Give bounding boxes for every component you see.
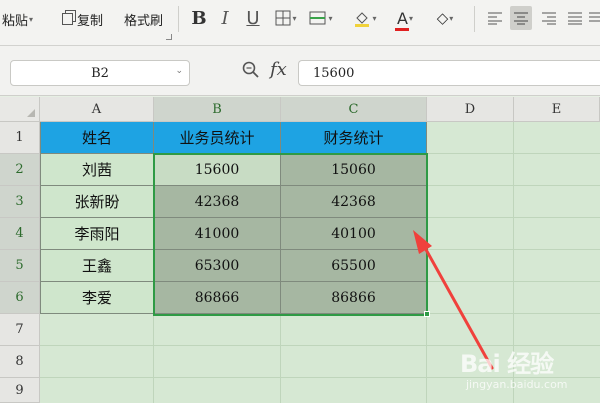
underline-icon: U <box>246 7 260 29</box>
copy-button[interactable]: 复制 <box>62 8 103 30</box>
copy-icon <box>62 13 73 25</box>
column-header-d[interactable]: D <box>427 97 514 122</box>
cell-a3[interactable]: 张新盼 <box>40 186 154 218</box>
row-header-7[interactable]: 7 <box>0 314 40 346</box>
column-header-c[interactable]: C <box>281 97 427 122</box>
name-box[interactable]: B2 ⌄ <box>10 60 190 86</box>
paste-button[interactable]: 粘贴 ▾ <box>2 8 33 30</box>
chevron-down-icon: ▾ <box>29 14 34 24</box>
paste-label: 粘贴 <box>2 13 29 29</box>
cell-c3[interactable]: 42368 <box>281 186 427 218</box>
zoom-search-icon[interactable] <box>242 61 260 84</box>
italic-button[interactable]: I <box>214 6 236 30</box>
copy-label: 复制 <box>77 13 104 29</box>
fx-icon: fx <box>270 59 287 80</box>
column-header-b[interactable]: B <box>154 97 281 122</box>
align-center-icon <box>514 12 528 25</box>
row-header-2[interactable]: 2 <box>0 154 40 186</box>
column-header-a[interactable]: A <box>40 97 154 122</box>
row-header-4[interactable]: 4 <box>0 218 40 250</box>
column-header-e[interactable]: E <box>514 97 600 122</box>
watermark-url: jingyan.baidu.com <box>466 378 568 391</box>
cell-b1[interactable]: 业务员统计 <box>154 122 281 154</box>
cell-a6[interactable]: 李爱 <box>40 282 154 314</box>
cell-b2[interactable]: 15600 <box>154 154 281 186</box>
distribute-icon <box>589 12 600 22</box>
row-header-1[interactable]: 1 <box>0 122 40 154</box>
watermark-logo: Bai 经验 <box>460 350 554 378</box>
borders-button[interactable]: ▾ <box>272 6 300 30</box>
clear-format-button[interactable]: ◇ ▾ <box>430 6 460 30</box>
format-painter-label: 格式刷 <box>124 13 164 29</box>
formula-input[interactable]: 15600 <box>298 60 600 86</box>
justify-button[interactable] <box>564 6 586 30</box>
cell-a1[interactable]: 姓名 <box>40 122 154 154</box>
italic-icon: I <box>221 7 229 29</box>
row-header-5[interactable]: 5 <box>0 250 40 282</box>
fill-bucket-icon <box>355 12 370 27</box>
eraser-icon: ◇ <box>436 9 449 27</box>
cell-b6[interactable]: 86866 <box>154 282 281 314</box>
align-center-button[interactable] <box>510 6 532 30</box>
cell-c4[interactable]: 40100 <box>281 218 427 250</box>
cell-b4[interactable]: 41000 <box>154 218 281 250</box>
justify-icon <box>568 12 582 25</box>
underline-button[interactable]: U <box>242 6 264 30</box>
insert-function-button[interactable]: fx <box>270 59 287 80</box>
cell-a2[interactable]: 刘茜 <box>40 154 154 186</box>
cell-c6[interactable]: 86866 <box>281 282 427 314</box>
cell-a4[interactable]: 李雨阳 <box>40 218 154 250</box>
row-header-6[interactable]: 6 <box>0 282 40 314</box>
align-right-button[interactable] <box>538 6 560 30</box>
cell-c1[interactable]: 财务统计 <box>281 122 427 154</box>
bold-button[interactable]: B <box>188 6 210 30</box>
row-header-9[interactable]: 9 <box>0 378 40 403</box>
cell-c5[interactable]: 65500 <box>281 250 427 282</box>
distribute-button[interactable] <box>588 6 600 30</box>
divider <box>178 6 179 32</box>
spreadsheet-window: 粘贴 ▾ 复制 格式刷 B I U ▾ ▾ ▾ A ▾ ◇ ▾ B2 ⌄ fx … <box>0 0 600 403</box>
cell-a5[interactable]: 王鑫 <box>40 250 154 282</box>
cell-b3[interactable]: 42368 <box>154 186 281 218</box>
chevron-down-icon[interactable]: ⌄ <box>175 66 183 76</box>
select-all-corner[interactable] <box>0 97 40 122</box>
font-color-button[interactable]: A ▾ <box>390 6 420 31</box>
ribbon-toolbar: 粘贴 ▾ 复制 格式刷 B I U ▾ ▾ ▾ A ▾ ◇ ▾ <box>0 0 600 46</box>
merge-cells-icon <box>309 11 326 25</box>
align-left-icon <box>488 12 502 25</box>
cell-c2[interactable]: 15060 <box>281 154 427 186</box>
align-right-icon <box>542 12 556 25</box>
formula-value: 15600 <box>313 65 355 81</box>
cell-b5[interactable]: 65300 <box>154 250 281 282</box>
align-left-button[interactable] <box>484 6 506 30</box>
fill-handle[interactable] <box>424 311 430 317</box>
fill-color-button[interactable]: ▾ <box>350 6 380 30</box>
divider <box>474 6 475 32</box>
cell-reference: B2 <box>91 65 109 81</box>
formula-bar: B2 ⌄ fx 15600 <box>0 46 600 96</box>
clipboard-dialog-launcher-icon[interactable] <box>166 34 172 40</box>
row-header-8[interactable]: 8 <box>0 346 40 378</box>
row-header-3[interactable]: 3 <box>0 186 40 218</box>
borders-icon <box>275 10 291 26</box>
font-color-icon: A <box>395 9 410 31</box>
format-painter-button[interactable]: 格式刷 <box>124 8 163 30</box>
bold-icon: B <box>191 7 207 29</box>
fill-pattern-button[interactable]: ▾ <box>306 6 336 30</box>
